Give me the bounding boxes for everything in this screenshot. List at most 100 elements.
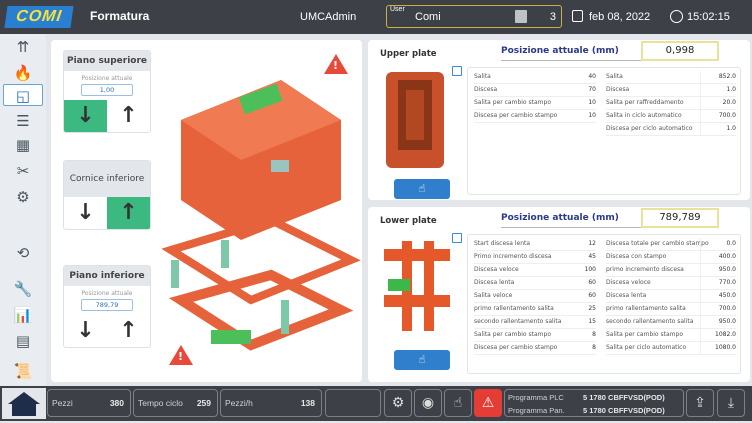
lower-plate-panel: Lower plate Posizione attuale (mm) 789,7… bbox=[368, 207, 750, 382]
param-row: Salita per cambio stampo 10 bbox=[474, 97, 596, 110]
touch-button[interactable]: ☝ bbox=[394, 350, 450, 370]
external-link-icon[interactable] bbox=[452, 66, 462, 76]
param-row: Salita per ciclo automatico 1080.0 bbox=[606, 342, 736, 355]
chart-icon[interactable]: 📊 bbox=[8, 304, 38, 326]
position-label: Posizione attuale (mm) bbox=[501, 213, 641, 228]
user-role: UMCAdmin bbox=[300, 11, 357, 23]
program-info: Programma PLC 5 1780 CBFFVSD(POD) Program… bbox=[504, 389, 684, 417]
param-label: secondo rallentamento salita bbox=[606, 318, 694, 325]
header: COMI Formatura UMCAdmin User Comi 3 feb … bbox=[0, 0, 752, 34]
param-label: Discesa con stampo bbox=[606, 253, 667, 260]
lift-icon[interactable]: ⇈ bbox=[8, 36, 38, 58]
control-cornice-inferiore: Cornice inferiore ↓ ↑ bbox=[63, 160, 151, 230]
prog-plc-value: 5 1780 CBFFVSD(POD) bbox=[583, 393, 665, 402]
date-display: feb 08, 2022 bbox=[572, 10, 650, 23]
alarm-button[interactable]: ⚠ bbox=[474, 389, 502, 417]
touch-button[interactable]: ☝ bbox=[394, 179, 450, 199]
panel-title: Lower plate bbox=[380, 216, 437, 226]
touch-mode-button[interactable]: ☝ bbox=[444, 389, 472, 417]
time-text: 15:02:15 bbox=[687, 11, 730, 23]
param-label: Salita per cambio stampo bbox=[606, 331, 683, 338]
cycle-icon[interactable]: ⟲ bbox=[8, 242, 38, 264]
robot-icon[interactable]: ⚙ bbox=[8, 186, 38, 208]
param-value[interactable]: 1080.0 bbox=[700, 342, 736, 355]
down-arrow-button[interactable]: ↓ bbox=[64, 315, 107, 347]
up-arrow-button[interactable]: ↑ bbox=[107, 315, 150, 347]
control-piano-superiore: Piano superiore Posizione attuale 1,00 ↓… bbox=[63, 50, 151, 133]
control-title: Cornice inferiore bbox=[64, 161, 150, 197]
scroll-icon[interactable]: 📜 bbox=[8, 360, 38, 382]
param-row: Salita per cambio stampo 8 bbox=[474, 329, 596, 342]
param-value[interactable]: 950.0 bbox=[700, 316, 736, 329]
frame-icon[interactable]: ◱ bbox=[3, 84, 43, 106]
param-value[interactable]: 20.0 bbox=[700, 97, 736, 110]
position-value: 789,79 bbox=[81, 299, 133, 311]
param-row: Discesa per cambio stampo 10 bbox=[474, 110, 596, 123]
param-value[interactable]: 0.0 bbox=[700, 238, 736, 251]
lower-params-table: Start discesa lenta 12 Primo incremento di… bbox=[467, 234, 741, 374]
flame-icon[interactable]: 🔥 bbox=[8, 62, 38, 84]
param-row: Primo incremento discesa 45 bbox=[474, 251, 596, 264]
param-row: Salita 40 bbox=[474, 71, 596, 84]
param-label: Primo incremento discesa bbox=[474, 253, 552, 260]
wrench-icon[interactable]: 🔧 bbox=[8, 278, 38, 300]
param-value[interactable]: 450.0 bbox=[700, 290, 736, 303]
param-value[interactable]: 950.0 bbox=[700, 264, 736, 277]
param-row: Salita 852.0 bbox=[606, 71, 736, 84]
param-row: primo rallentamento salita 25 bbox=[474, 303, 596, 316]
list-icon[interactable]: ☰ bbox=[8, 110, 38, 132]
param-value[interactable]: 1.0 bbox=[700, 84, 736, 97]
param-value: 60 bbox=[588, 292, 596, 299]
home-button[interactable] bbox=[2, 388, 46, 419]
pezzih-label: Pezzi/h bbox=[225, 398, 253, 408]
cutter-icon[interactable]: ✂ bbox=[8, 160, 38, 182]
param-value: 25 bbox=[588, 305, 596, 312]
camera-button[interactable]: ◉ bbox=[414, 389, 442, 417]
param-label: Discesa veloce bbox=[474, 266, 519, 273]
param-value[interactable]: 400.0 bbox=[700, 251, 736, 264]
warning-icon[interactable]: ! bbox=[169, 345, 193, 365]
param-label: Salita veloce bbox=[474, 292, 513, 299]
position-value: 1,00 bbox=[81, 84, 133, 96]
conveyor-icon[interactable]: ▦ bbox=[8, 134, 38, 156]
param-row: secondo rallentamento salita 15 bbox=[474, 316, 596, 329]
param-value[interactable]: 700.0 bbox=[700, 303, 736, 316]
param-value[interactable]: 700.0 bbox=[700, 110, 736, 123]
external-link-icon[interactable] bbox=[452, 233, 462, 243]
download-button[interactable]: ⤓ bbox=[717, 389, 745, 417]
param-row: Salita per cambio stampo 1082.0 bbox=[606, 329, 736, 342]
param-label: Discesa veloce bbox=[606, 279, 651, 286]
param-value[interactable]: 1.0 bbox=[700, 123, 736, 136]
prog-pan-label: Programma Pan. bbox=[508, 406, 565, 415]
param-label: Discesa per cambio stampo bbox=[474, 344, 558, 351]
motor-icon[interactable]: ▤ bbox=[8, 330, 38, 352]
warning-icon[interactable]: ! bbox=[324, 54, 348, 74]
upper-params-table: Salita 40 Discesa 70 Salita per cambio stamp… bbox=[467, 67, 741, 195]
param-value: 15 bbox=[588, 318, 596, 325]
up-arrow-button[interactable]: ↑ bbox=[107, 197, 150, 229]
up-arrow-button[interactable]: ↑ bbox=[107, 100, 150, 132]
param-row: Discesa 70 bbox=[474, 84, 596, 97]
user-box[interactable]: User Comi 3 bbox=[386, 5, 562, 28]
pezzi-ora-counter: Pezzi/h 138 bbox=[220, 389, 322, 417]
down-arrow-button[interactable]: ↓ bbox=[64, 100, 107, 132]
param-label: Discesa per cambio stampo bbox=[474, 112, 558, 119]
param-value: 12 bbox=[588, 240, 596, 247]
down-arrow-button[interactable]: ↓ bbox=[64, 197, 107, 229]
pezzi-counter: Pezzi 380 bbox=[47, 389, 131, 417]
param-value: 8 bbox=[592, 331, 596, 338]
param-row: primo incremento discesa 950.0 bbox=[606, 264, 736, 277]
user-icon bbox=[515, 10, 527, 23]
param-value[interactable]: 1082.0 bbox=[700, 329, 736, 342]
param-value: 40 bbox=[588, 73, 596, 80]
param-row: Salita per raffreddamento 20.0 bbox=[606, 97, 736, 110]
user-name: Comi bbox=[415, 11, 441, 23]
param-row: Discesa totale per cambio stampo 0.0 bbox=[606, 238, 736, 251]
param-row: Discesa lenta 450.0 bbox=[606, 290, 736, 303]
param-value[interactable]: 770.0 bbox=[700, 277, 736, 290]
param-row: Start discesa lenta 12 bbox=[474, 238, 596, 251]
footer-bar: Pezzi 380 Tempo ciclo 259 Pezzi/h 138 ⚙ ◉ ☝… bbox=[0, 386, 752, 421]
upload-button[interactable]: ⇪ bbox=[686, 389, 714, 417]
param-value[interactable]: 852.0 bbox=[700, 71, 736, 84]
settings-button[interactable]: ⚙ bbox=[384, 389, 412, 417]
